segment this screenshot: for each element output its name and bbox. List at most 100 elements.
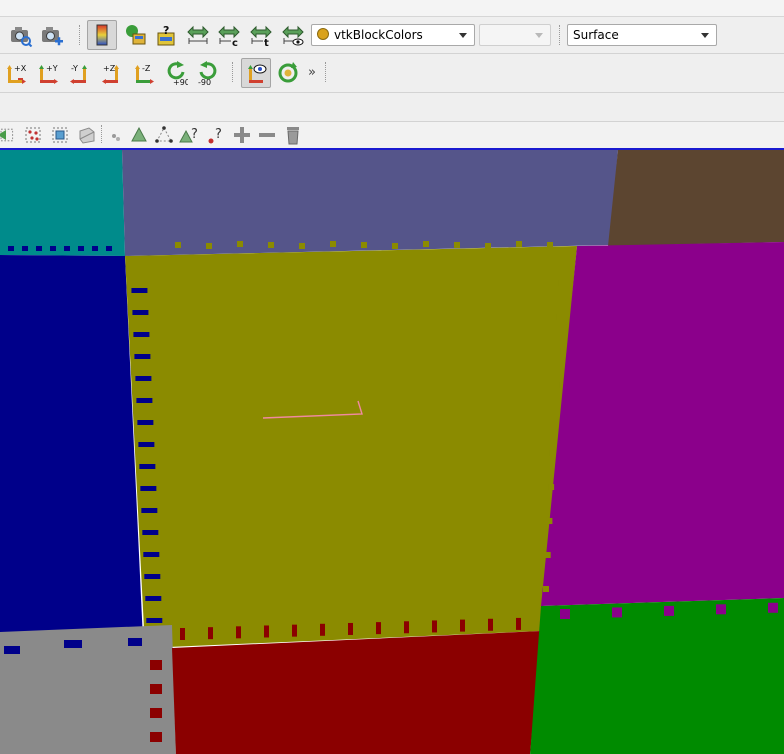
view-plus-y-label: +Y <box>46 64 58 73</box>
mesh-speckle <box>206 243 212 249</box>
mesh-speckle <box>143 552 160 557</box>
empty-toolbar-row <box>0 93 784 122</box>
select-points-frustum-icon[interactable] <box>74 122 100 148</box>
mesh-speckle <box>64 246 70 251</box>
rescale-data-range-icon[interactable]: ? <box>153 22 179 48</box>
mesh-speckle <box>8 246 14 251</box>
grow-selection-icon[interactable] <box>229 122 255 148</box>
mesh-speckle <box>64 640 82 648</box>
mesh-speckle <box>137 420 154 425</box>
mesh-speckle <box>612 607 622 618</box>
mesh-speckle <box>700 235 706 240</box>
toolbar-separator <box>559 25 563 45</box>
mesh-speckle <box>680 235 686 240</box>
mesh-speckle <box>548 484 555 490</box>
edit-color-map-icon[interactable] <box>122 22 148 48</box>
view-plus-x-icon[interactable]: +X <box>3 60 29 86</box>
mesh-speckle <box>423 241 429 247</box>
toolbar-overflow-chevron[interactable]: » <box>308 65 316 80</box>
view-minus-y-icon[interactable]: -Y <box>67 60 93 86</box>
mesh-speckle <box>141 508 158 513</box>
mesh-speckle <box>404 621 409 634</box>
mesh-speckle <box>558 280 565 286</box>
rotate-minus-90-icon[interactable]: -90 <box>194 57 222 89</box>
mesh-speckle <box>144 574 161 579</box>
window-top-strip <box>0 0 784 17</box>
mesh-speckle <box>132 310 149 315</box>
mesh-speckle <box>36 246 42 251</box>
mesh-speckle <box>175 242 181 248</box>
toggle-color-legend-icon[interactable] <box>87 20 117 50</box>
coloring-combo-value: vtkBlockColors <box>334 28 423 42</box>
mesh-speckle <box>348 622 353 635</box>
mesh-speckle <box>208 627 213 640</box>
hover-points-icon[interactable]: ? <box>202 122 228 148</box>
mesh-speckle <box>543 586 549 592</box>
rescale-custom-range-icon[interactable] <box>185 22 211 48</box>
svg-text:?: ? <box>163 24 169 37</box>
mesh-speckle <box>392 243 398 249</box>
mesh-speckle <box>50 246 56 251</box>
representation-combo[interactable]: Surface <box>567 24 717 46</box>
view-plus-z-label: +Z <box>103 64 116 73</box>
mesh-speckle <box>376 622 381 635</box>
camera-controls-toolbar: +X +Y -Y +Z -Z +90 -90 » <box>0 54 784 93</box>
select-points-on-icon[interactable] <box>20 122 46 148</box>
mesh-speckle <box>292 624 297 637</box>
mesh-speckle <box>268 242 274 248</box>
block-colors-dot-icon <box>317 28 329 40</box>
mesh-speckle <box>553 382 560 388</box>
mesh-speckle <box>488 618 493 631</box>
toolbar-separator <box>325 62 329 82</box>
select-polygon-icon[interactable] <box>126 122 152 148</box>
view-minus-z-icon[interactable]: -Z <box>131 60 157 86</box>
mesh-speckle <box>551 416 558 422</box>
mesh-speckle <box>135 376 152 381</box>
mesh-speckle <box>560 609 570 619</box>
select-cells-frustum-icon[interactable] <box>47 122 73 148</box>
select-cells-on-icon[interactable] <box>0 122 16 148</box>
select-points-polygon-icon[interactable] <box>151 122 177 148</box>
main-controls-toolbar: ? c t vtkBlockColors Surface <box>0 17 784 54</box>
mesh-speckle <box>145 596 162 601</box>
reset-camera-icon[interactable] <box>275 60 301 86</box>
render-view-3d[interactable] <box>0 148 784 754</box>
clear-selection-icon[interactable] <box>280 122 306 148</box>
mesh-speckle <box>236 626 241 639</box>
block-colors-scene <box>0 150 784 754</box>
mesh-speckle <box>780 235 784 240</box>
mesh-speckle <box>760 235 766 240</box>
component-combo[interactable] <box>479 24 551 46</box>
mesh-speckle <box>320 623 325 636</box>
mesh-speckle <box>460 619 465 632</box>
toolbar-separator <box>232 62 236 82</box>
mesh-speckle <box>150 660 162 670</box>
rotate-plus-90-icon[interactable]: +90 <box>162 57 190 89</box>
chevron-down-icon <box>701 33 709 38</box>
block-brown <box>608 150 784 246</box>
mesh-speckle <box>133 332 150 337</box>
block-teal <box>0 150 125 256</box>
mesh-speckle <box>106 246 112 251</box>
view-plus-z-icon[interactable]: +Z <box>99 60 125 86</box>
mesh-speckle <box>716 604 726 615</box>
mesh-speckle <box>330 241 336 247</box>
view-plus-x-label: +X <box>14 64 27 73</box>
show-orientation-axes-icon[interactable] <box>241 58 271 88</box>
svg-text:?: ? <box>191 127 198 142</box>
view-plus-y-icon[interactable]: +Y <box>35 60 61 86</box>
view-minus-z-label: -Z <box>142 64 151 73</box>
mesh-speckle <box>620 235 626 240</box>
rescale-temporal-range-icon[interactable]: t <box>248 22 274 48</box>
rescale-visible-range-icon[interactable] <box>280 22 306 48</box>
mesh-speckle <box>299 243 305 249</box>
coloring-combo[interactable]: vtkBlockColors <box>311 24 475 46</box>
capture-screenshot-plus-icon[interactable] <box>39 22 65 48</box>
svg-text:?: ? <box>215 127 222 142</box>
mesh-speckle <box>150 684 162 694</box>
shrink-selection-icon[interactable] <box>254 122 280 148</box>
capture-screenshot-icon[interactable] <box>8 22 34 48</box>
mesh-speckle <box>131 288 148 293</box>
hover-cells-icon[interactable]: ? <box>176 122 202 148</box>
rescale-custom-range-c-icon[interactable]: c <box>216 22 242 48</box>
